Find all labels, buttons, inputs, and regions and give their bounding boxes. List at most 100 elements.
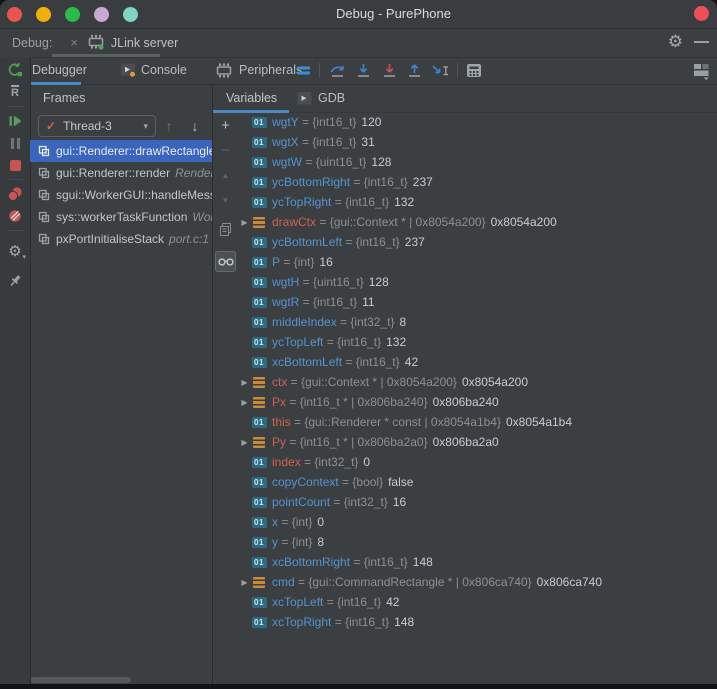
tab-gdb[interactable]: GDB <box>297 84 345 112</box>
expand-arrow-icon[interactable]: ▶ <box>238 578 251 587</box>
frame-row[interactable]: gui::Renderer::renderRenderer <box>30 162 212 184</box>
titlebar: Debug - PurePhone <box>0 0 717 29</box>
variable-row[interactable]: 01pointCount = {int32_t}16 <box>238 492 717 512</box>
show-watches-button[interactable] <box>215 251 236 272</box>
variable-row[interactable]: 01wgtR = {int16_t}11 <box>238 292 717 312</box>
thread-selected-value: Thread-3 <box>63 119 112 133</box>
close-tab-icon[interactable]: × <box>70 35 78 50</box>
variable-row[interactable]: ▶Py = {int16_t * | 0x806ba2a0}0x806ba2a0 <box>238 432 717 452</box>
run-to-cursor-icon[interactable] <box>429 61 453 80</box>
variable-name: ycBottomRight <box>272 175 350 189</box>
new-watch-button[interactable]: + <box>216 116 235 135</box>
variable-row[interactable]: 01xcTopLeft = {int16_t}42 <box>238 592 717 612</box>
tab-console[interactable]: Console <box>120 57 187 83</box>
watches-toolbar: + − ▲ ▼ <box>213 112 238 684</box>
tab-debugger[interactable]: Debugger <box>32 57 87 83</box>
move-watch-up-button[interactable]: ▲ <box>216 166 235 185</box>
mute-breakpoints-button[interactable] <box>4 205 26 227</box>
variable-row[interactable]: 01P = {int}16 <box>238 252 717 272</box>
pause-icon <box>11 138 20 149</box>
step-out-icon[interactable] <box>403 61 425 80</box>
gear-icon[interactable]: ⚙ <box>668 31 683 53</box>
variable-row[interactable]: 01xcBottomRight = {int16_t}148 <box>238 552 717 572</box>
frame-up-button[interactable]: ↑ <box>156 118 182 134</box>
step-into-icon[interactable] <box>352 61 374 80</box>
tab-peripherals[interactable]: Peripherals <box>216 57 302 83</box>
hide-window-icon[interactable] <box>694 41 709 43</box>
variable-value: 0x806ba240 <box>433 395 499 409</box>
primitive-variable-badge-icon: 01 <box>251 457 267 468</box>
variable-row[interactable]: 01ycBottomRight = {int16_t}237 <box>238 172 717 192</box>
variable-row[interactable]: ▶drawCtx = {gui::Context * | 0x8054a200}… <box>238 212 717 232</box>
primitive-variable-badge-icon: 01 <box>251 157 267 168</box>
evaluate-expression-icon[interactable] <box>463 61 485 80</box>
variable-row[interactable]: 01ycBottomLeft = {int16_t}237 <box>238 232 717 252</box>
variable-value: 16 <box>393 495 406 509</box>
variable-row[interactable]: 01copyContext = {bool}false <box>238 472 717 492</box>
expand-arrow-icon[interactable]: ▶ <box>238 438 251 447</box>
pin-tab-button[interactable] <box>4 270 26 292</box>
window-button-yellow[interactable] <box>36 7 51 22</box>
run-tab-jlink-server[interactable]: JLink server <box>111 36 178 50</box>
force-step-into-icon[interactable] <box>378 61 400 80</box>
variable-type: {int32_t} <box>314 455 358 469</box>
stop-button[interactable] <box>4 154 26 176</box>
variable-row[interactable]: 01index = {int32_t}0 <box>238 452 717 472</box>
variable-name: Px <box>272 395 286 409</box>
variable-row[interactable]: 01xcTopRight = {int16_t}148 <box>238 612 717 632</box>
variable-row[interactable]: 01wgtY = {int16_t}120 <box>238 112 717 132</box>
move-watch-down-button[interactable]: ▼ <box>216 191 235 210</box>
window-button-red[interactable] <box>7 7 22 22</box>
variable-value: 0x806ca740 <box>537 575 602 589</box>
equals-sign: = <box>287 375 301 389</box>
variable-row[interactable]: 01ycTopRight = {int16_t}132 <box>238 192 717 212</box>
primitive-variable-badge-icon: 01 <box>251 117 267 128</box>
variable-row[interactable]: 01middleIndex = {int32_t}8 <box>238 312 717 332</box>
frame-row[interactable]: gui::Renderer::drawRectangle <box>30 140 212 162</box>
frame-down-button[interactable]: ↓ <box>182 118 208 134</box>
variable-type: {int16_t} <box>337 595 381 609</box>
variable-row[interactable]: ▶Px = {int16_t * | 0x806ba240}0x806ba240 <box>238 392 717 412</box>
horizontal-scrollbar-thumb[interactable] <box>31 677 131 683</box>
resume-program-button[interactable] <box>4 110 26 132</box>
remove-watch-button[interactable]: − <box>216 141 235 160</box>
variable-row[interactable]: 01wgtH = {uint16_t}128 <box>238 272 717 292</box>
thread-selector[interactable]: ✓ Thread-3 ▾ <box>38 115 156 137</box>
variable-row[interactable]: 01y = {int}8 <box>238 532 717 552</box>
variable-row[interactable]: 01ycTopLeft = {int16_t}132 <box>238 332 717 352</box>
variable-row[interactable]: ▶cmd = {gui::CommandRectangle * | 0x806c… <box>238 572 717 592</box>
variable-row[interactable]: 01wgtX = {int16_t}31 <box>238 132 717 152</box>
show-execution-point-icon[interactable] <box>292 61 314 80</box>
rerun-debug-session-button[interactable]: R <box>4 81 26 103</box>
settings-button[interactable]: ⚙ ▾ <box>4 240 26 262</box>
pointer-variable-icon <box>251 397 267 408</box>
variable-row[interactable]: 01this = {gui::Renderer * const | 0x8054… <box>238 412 717 432</box>
step-over-icon[interactable] <box>326 61 348 80</box>
window-button-record[interactable] <box>694 6 709 21</box>
tab-variables[interactable]: Variables <box>226 84 277 112</box>
frame-row[interactable]: pxPortInitialiseStackport.c:1 <box>30 228 212 250</box>
variables-header: Variables GDB <box>213 84 717 113</box>
frame-row[interactable]: sys::workerTaskFunctionWorker <box>30 206 212 228</box>
equals-sign: = <box>280 255 294 269</box>
duplicate-watch-button[interactable] <box>216 220 235 239</box>
expand-arrow-icon[interactable]: ▶ <box>238 218 251 227</box>
breakpoints-icon <box>7 186 23 202</box>
pointer-variable-icon <box>251 437 267 448</box>
variable-type: {int16_t} <box>312 135 356 149</box>
equals-sign: = <box>299 295 313 309</box>
restore-layout-icon[interactable] <box>690 61 712 80</box>
expand-arrow-icon[interactable]: ▶ <box>238 398 251 407</box>
expand-arrow-icon[interactable]: ▶ <box>238 378 251 387</box>
variable-row[interactable]: ▶ctx = {gui::Context * | 0x8054a200}0x80… <box>238 372 717 392</box>
variable-row[interactable]: 01wgtW = {uint16_t}128 <box>238 152 717 172</box>
rerun-button[interactable] <box>4 59 26 81</box>
variable-value: 237 <box>405 235 425 249</box>
variable-row[interactable]: 01x = {int}0 <box>238 512 717 532</box>
primitive-variable-badge-icon: 01 <box>251 177 267 188</box>
variable-name: ctx <box>272 375 287 389</box>
pause-program-button[interactable] <box>4 132 26 154</box>
view-breakpoints-button[interactable] <box>4 183 26 205</box>
frame-row[interactable]: sgui::WorkerGUI::handleMessage <box>30 184 212 206</box>
variable-row[interactable]: 01xcBottomLeft = {int16_t}42 <box>238 352 717 372</box>
